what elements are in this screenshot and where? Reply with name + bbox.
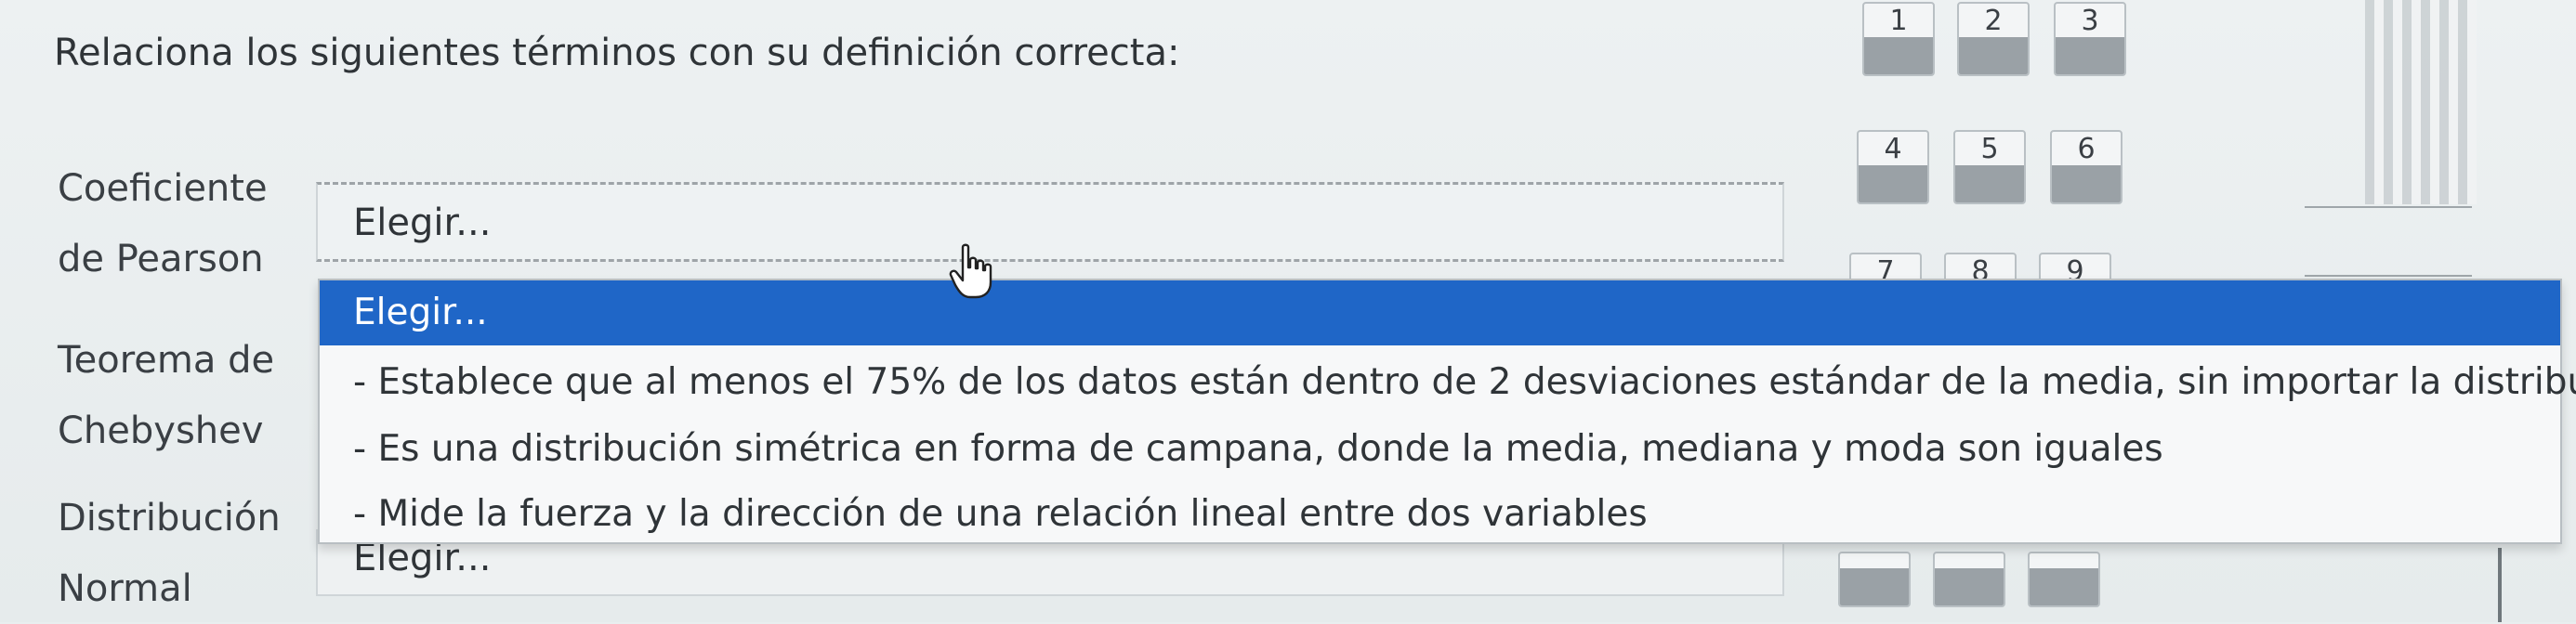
nav-status-fill [1955, 165, 2024, 202]
sidebar-thumbnail-image [2365, 0, 2477, 204]
nav-status-fill [2030, 568, 2098, 605]
nav-question-box[interactable] [1838, 552, 1911, 607]
nav-number: 2 [1984, 5, 2003, 37]
term-label: Chebyshev [58, 410, 264, 452]
nav-number: 5 [1980, 133, 1999, 165]
option-pearson-definition[interactable]: - Mide la fuerza y la dirección de una r… [320, 485, 2560, 544]
nav-question-3[interactable]: 3 [2054, 2, 2126, 76]
nav-number: 6 [2077, 133, 2096, 165]
match-select-pearson[interactable]: Elegir... [316, 182, 1784, 262]
option-elegir[interactable]: Elegir... [320, 280, 2560, 345]
nav-status-fill [1935, 568, 2004, 605]
nav-question-6[interactable]: 6 [2050, 130, 2123, 204]
nav-number: 3 [2081, 5, 2099, 37]
nav-status-fill [2052, 165, 2121, 202]
nav-number: 4 [1884, 133, 1902, 165]
term-label: Distribución [58, 497, 281, 540]
question-prompt: Relaciona los siguientes términos con su… [54, 32, 1180, 74]
select-value: Elegir... [353, 202, 492, 244]
divider [2305, 206, 2472, 208]
term-teorema-chebyshev: Teorema de Chebyshev [58, 325, 274, 466]
nav-status-fill [1959, 37, 2028, 74]
nav-number: 1 [1889, 5, 1908, 37]
nav-question-4[interactable]: 4 [1857, 130, 1929, 204]
nav-question-box[interactable] [2028, 552, 2100, 607]
nav-status-fill [1859, 165, 1927, 202]
nav-question-2[interactable]: 2 [1957, 2, 2030, 76]
term-coeficiente-pearson: Coeficiente de Pearson [58, 153, 268, 294]
match-select-options-list[interactable]: Elegir... - Establece que al menos el 75… [318, 279, 2576, 544]
hand-cursor-icon [949, 243, 992, 299]
term-label: Teorema de [58, 339, 275, 382]
nav-question-1[interactable]: 1 [1862, 2, 1935, 76]
nav-status-fill [2056, 37, 2124, 74]
nav-question-5[interactable]: 5 [1953, 130, 2026, 204]
nav-status-fill [1840, 568, 1909, 605]
divider [2498, 548, 2502, 622]
nav-question-box[interactable] [1933, 552, 2005, 607]
term-distribucion-normal: Distribución Normal [58, 483, 281, 624]
divider [2305, 275, 2472, 277]
term-label: de Pearson [58, 238, 264, 280]
option-chebyshev-definition[interactable]: - Establece que al menos el 75% de los d… [320, 353, 2576, 412]
term-label: Coeficiente [58, 167, 268, 210]
quiz-page: Relaciona los siguientes términos con su… [0, 0, 2576, 622]
nav-status-fill [1864, 37, 1933, 74]
option-normal-definition[interactable]: - Es una distribución simétrica en forma… [320, 420, 2560, 479]
term-label: Normal [58, 567, 192, 610]
